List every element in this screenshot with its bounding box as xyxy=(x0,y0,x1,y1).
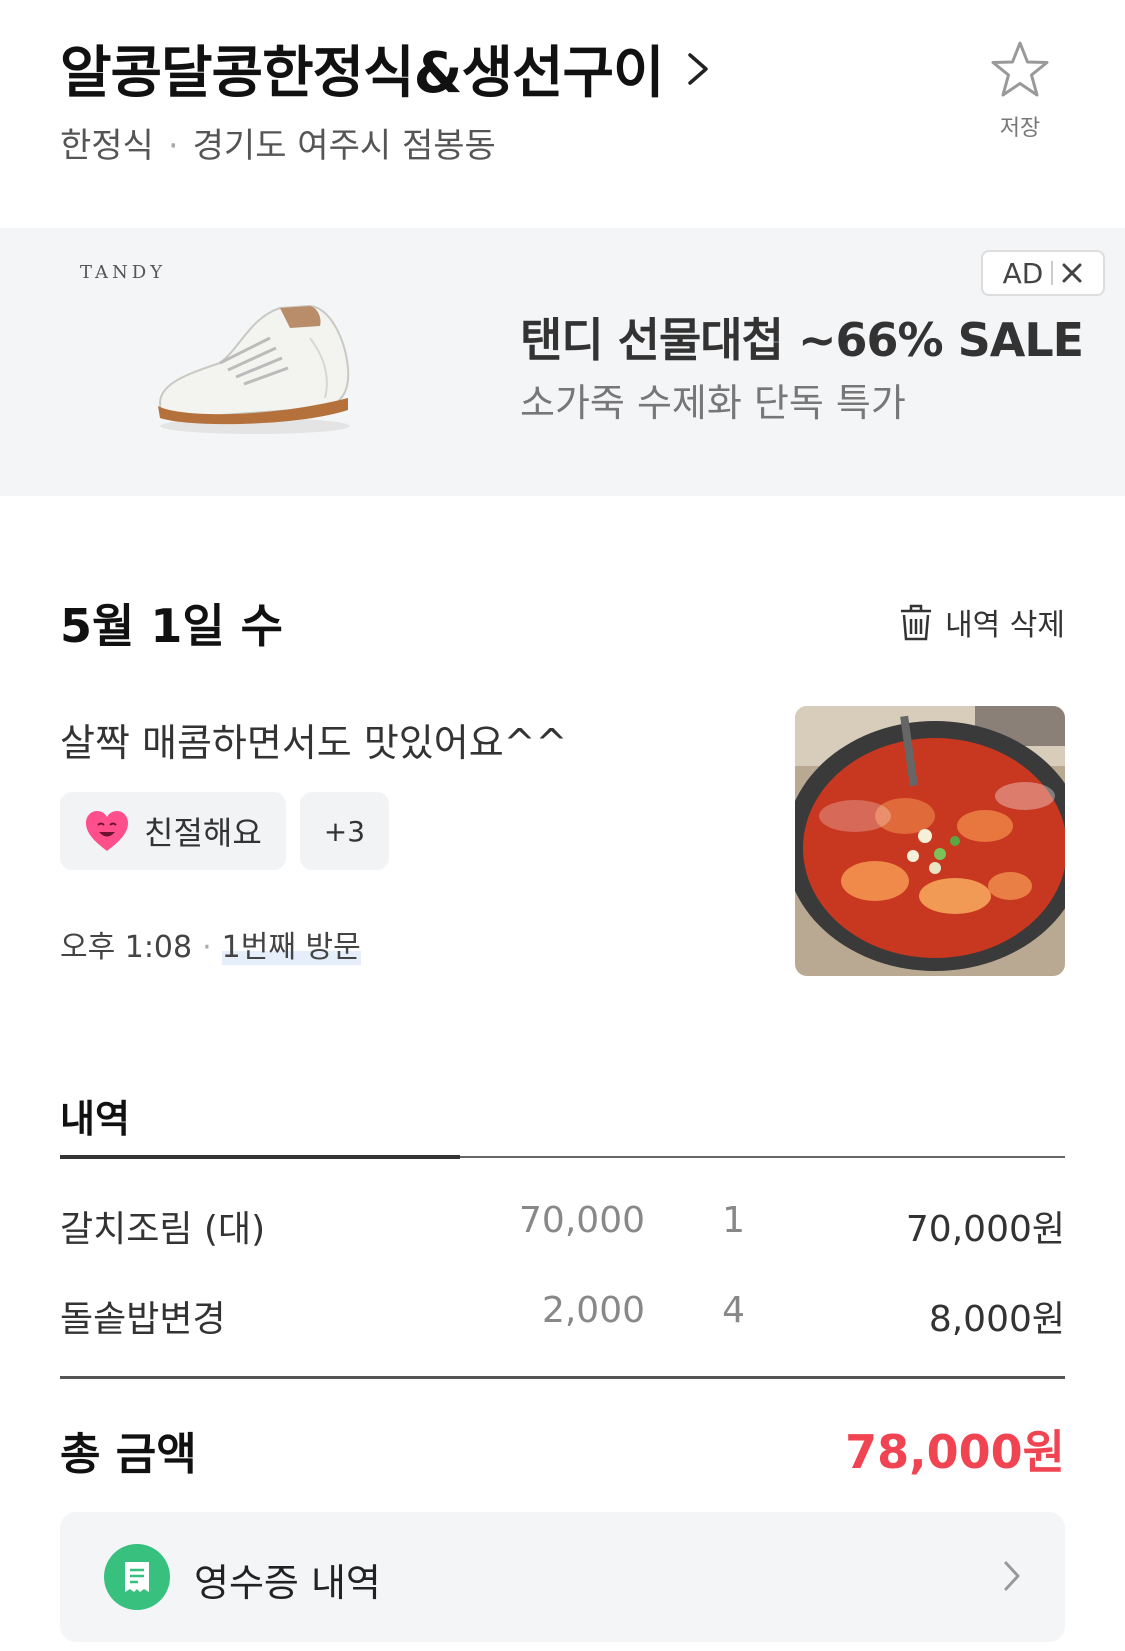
review-text: 살짝 매콤하면서도 맛있어요^^ xyxy=(60,721,568,765)
ad-subtitle: 소가죽 수제화 단독 특가 xyxy=(520,381,906,425)
heart-face-icon xyxy=(86,811,128,851)
more-tags-button[interactable]: +3 xyxy=(299,792,390,870)
item-price: 70,000 xyxy=(519,1200,645,1241)
badge-divider xyxy=(1051,261,1054,285)
review-tag[interactable]: 친절해요 xyxy=(60,792,286,870)
receipt-label: 영수증 내역 xyxy=(194,1561,381,1605)
trash-icon xyxy=(901,604,932,641)
store-location: 경기도 여주시 점봉동 xyxy=(192,126,496,166)
item-name: 돌솥밥변경 xyxy=(60,1299,226,1340)
receipt-icon xyxy=(104,1544,170,1610)
ad-title: 탠디 선물대첩 ~66% SALE xyxy=(520,313,1084,367)
visit-meta: 오후 1:08 · 1번째 방문 xyxy=(60,922,361,966)
total-amount: 78,000원 xyxy=(845,1425,1065,1479)
item-name: 갈치조림 (대) xyxy=(60,1209,266,1250)
save-button[interactable]: 저장 xyxy=(985,40,1055,142)
ad-badge[interactable]: AD xyxy=(981,250,1105,296)
separator-dot: · xyxy=(167,126,179,166)
delete-label: 내역 삭제 xyxy=(945,608,1065,643)
item-total: 8,000원 xyxy=(928,1299,1065,1340)
more-tags-count: +3 xyxy=(323,814,366,848)
receipt-button[interactable]: 영수증 내역 xyxy=(60,1512,1065,1642)
tag-label: 친절해요 xyxy=(144,814,262,852)
total-label: 총 금액 xyxy=(60,1429,197,1480)
chevron-right-icon xyxy=(1004,1561,1020,1591)
item-price: 2,000 xyxy=(541,1290,645,1331)
review-tags: 친절해요 +3 xyxy=(60,792,403,870)
store-meta: 한정식 · 경기도 여주시 점봉동 xyxy=(60,118,496,167)
history-title: 내역 xyxy=(60,1097,130,1141)
separator-dot: · xyxy=(202,930,212,965)
visit-time: 오후 1:08 xyxy=(60,930,193,965)
star-icon xyxy=(991,41,1049,97)
store-name: 알콩달콩한정식&생선구이 xyxy=(60,41,665,106)
delete-history-button[interactable]: 내역 삭제 xyxy=(899,600,1065,644)
chevron-right-icon xyxy=(686,52,720,86)
divider xyxy=(60,1376,1065,1379)
tab-indicator xyxy=(60,1155,460,1159)
item-qty: 4 xyxy=(722,1290,745,1331)
visit-date: 5월 1일 수 xyxy=(60,599,284,653)
store-header: 알콩달콩한정식&생선구이 한정식 · 경기도 여주시 점봉동 저장 xyxy=(0,0,1125,228)
ad-banner[interactable]: TANDY AD 탠디 선물대첩 ~66% SALE 소가죽 수제화 단독 특가 xyxy=(0,228,1125,496)
sneaker-image xyxy=(158,304,350,434)
table-row: 돌솥밥변경 2,000 4 8,000원 xyxy=(60,1290,1065,1350)
close-icon[interactable] xyxy=(1061,262,1083,284)
table-row: 갈치조림 (대) 70,000 1 70,000원 xyxy=(60,1200,1065,1260)
food-photo[interactable] xyxy=(795,706,1065,976)
store-category: 한정식 xyxy=(60,126,154,166)
item-total: 70,000원 xyxy=(905,1209,1065,1250)
save-label: 저장 xyxy=(999,116,1041,141)
item-qty: 1 xyxy=(722,1200,745,1241)
store-name-link[interactable]: 알콩달콩한정식&생선구이 xyxy=(60,28,720,109)
ad-label: AD xyxy=(1002,256,1044,290)
visit-count: 1번째 방문 xyxy=(221,930,361,965)
